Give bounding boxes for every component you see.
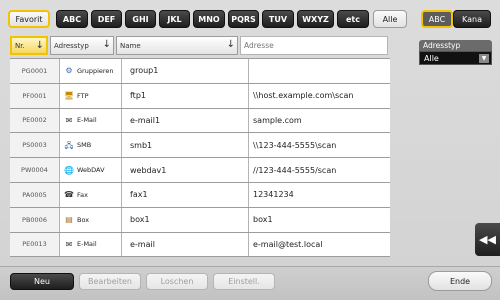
column-header-adresse-label: Adresse	[244, 41, 274, 50]
mode-kana-button[interactable]: Kana	[453, 10, 491, 28]
row-name: ftp1	[122, 83, 249, 108]
table-row[interactable]: PB0006 ▤ Box box1 box1	[10, 207, 390, 233]
table-row[interactable]: PG0001 ⚙ Gruppieren group1	[10, 59, 390, 84]
row-address: \\host.example.com\scan	[253, 91, 354, 101]
row-number: PE0002	[10, 108, 60, 133]
row-number: PG0001	[10, 59, 60, 83]
column-header-adresse: Adresse	[240, 36, 388, 55]
tab-letter[interactable]: ABC	[56, 10, 88, 28]
row-name: webdav1	[122, 158, 249, 182]
row-type-label: SMB	[77, 141, 92, 150]
tab-alle[interactable]: Alle	[373, 10, 407, 28]
tab-letter[interactable]: MNO	[193, 10, 225, 28]
row-type: ▤ Box	[60, 207, 122, 232]
filter-label: Adresstyp	[419, 40, 492, 51]
row-address: box1	[253, 215, 273, 225]
row-number: PA0005	[10, 182, 60, 207]
smb-icon: 🖧	[64, 140, 74, 150]
end-button[interactable]: Ende	[428, 271, 492, 291]
row-type: 🌐 WebDAV	[60, 158, 122, 182]
row-number: PB0006	[10, 207, 60, 232]
sort-down-icon: ↓	[102, 39, 111, 50]
row-type-label: Box	[77, 215, 90, 224]
row-number: PF0001	[10, 83, 60, 108]
address-type-value: Alle	[424, 54, 439, 63]
fax-icon: ☎	[64, 190, 74, 200]
new-button[interactable]: Neu	[10, 273, 74, 290]
tab-letter[interactable]: TUV	[262, 10, 294, 28]
row-name: e-mail1	[122, 108, 249, 133]
row-number: PW0004	[10, 158, 60, 182]
row-type-label: WebDAV	[77, 166, 105, 175]
row-type: 🖥 FTP	[60, 83, 122, 108]
row-type-label: Fax	[77, 190, 88, 199]
table-row[interactable]: PW0004 🌐 WebDAV webdav1//123-444-5555/scan	[10, 158, 390, 183]
address-list: PG0001 ⚙ Gruppieren group1 PF0001 🖥 FTP ftp1 \\h…	[10, 58, 390, 258]
delete-button[interactable]: Loschen	[146, 273, 208, 290]
row-type: ✉ E-Mail	[60, 232, 122, 257]
row-address: sample.com	[253, 115, 302, 125]
tab-letter[interactable]: JKL	[159, 10, 190, 28]
row-type: 🖧 SMB	[60, 133, 122, 158]
row-type-label: FTP	[77, 91, 89, 100]
column-header-nr-label: Nr.	[15, 41, 25, 50]
tab-letter[interactable]: DEF	[91, 10, 122, 28]
row-name: e-mail	[122, 232, 249, 257]
table-row[interactable]: PA0005 ☎ Fax fax1 12341234	[10, 182, 390, 208]
tab-letter[interactable]: GHI	[125, 10, 156, 28]
box-icon: ▤	[65, 215, 73, 225]
sort-down-icon: ↓	[226, 39, 235, 50]
column-header-adresstyp-label: Adresstyp	[54, 41, 89, 50]
tab-favorit[interactable]: Favorit	[8, 10, 50, 28]
column-header-name-label: Name	[120, 41, 141, 50]
row-name: fax1	[122, 182, 249, 207]
sort-down-icon: ↓	[35, 40, 44, 51]
row-address: e-mail@test.local	[253, 239, 323, 249]
column-header-adresstyp[interactable]: Adresstyp ↓	[50, 36, 114, 55]
address-type-select[interactable]: Alle ▼	[419, 51, 492, 65]
row-address	[249, 59, 390, 83]
dropdown-arrow-icon: ▼	[479, 54, 489, 63]
email-icon: ✉	[65, 239, 73, 249]
row-number: PS0003	[10, 133, 60, 158]
row-type: ☎ Fax	[60, 182, 122, 207]
tab-letter[interactable]: PQRS	[228, 10, 259, 28]
collapse-panel-button[interactable]: ◀◀	[475, 223, 500, 256]
row-type: ✉ E-Mail	[60, 108, 122, 133]
table-row[interactable]: PS0003 🖧 SMB smb1 \\123-444-5555\scan	[10, 133, 390, 159]
tab-letter[interactable]: WXYZ	[297, 10, 334, 28]
row-address: 12341234	[253, 190, 294, 200]
row-type-label: E-Mail	[77, 116, 97, 125]
double-chevron-left-icon: ◀◀	[479, 233, 496, 246]
email-icon: ✉	[65, 115, 73, 125]
row-name: group1	[122, 59, 249, 83]
table-row[interactable]: PE0013 ✉ E-Mail e-mail e-mail@test.local	[10, 232, 390, 258]
ftp-icon: 🖥	[64, 91, 75, 101]
row-type-label: E-Mail	[77, 240, 97, 249]
column-header-name[interactable]: Name ↓	[116, 36, 238, 55]
group-icon: ⚙	[65, 66, 73, 76]
table-row[interactable]: PE0002 ✉ E-Mail e-mail1 sample.com	[10, 108, 390, 134]
edit-button[interactable]: Bearbeiten	[79, 273, 141, 290]
webdav-icon: 🌐	[64, 165, 74, 175]
row-type-label: Gruppieren	[77, 66, 114, 75]
row-name: smb1	[122, 133, 249, 158]
table-row[interactable]: PF0001 🖥 FTP ftp1 \\host.example.com\scan	[10, 83, 390, 109]
row-name: box1	[122, 207, 249, 232]
tab-letter[interactable]: etc	[337, 10, 369, 28]
settings-button[interactable]: Einstell.	[213, 273, 275, 290]
column-header-nr[interactable]: Nr. ↓	[10, 36, 48, 55]
mode-abc-button[interactable]: ABC	[421, 10, 453, 28]
row-number: PE0013	[10, 232, 60, 257]
row-address: \\123-444-5555\scan	[253, 140, 337, 150]
row-type: ⚙ Gruppieren	[60, 59, 122, 83]
row-address: //123-444-5555/scan	[253, 165, 337, 175]
